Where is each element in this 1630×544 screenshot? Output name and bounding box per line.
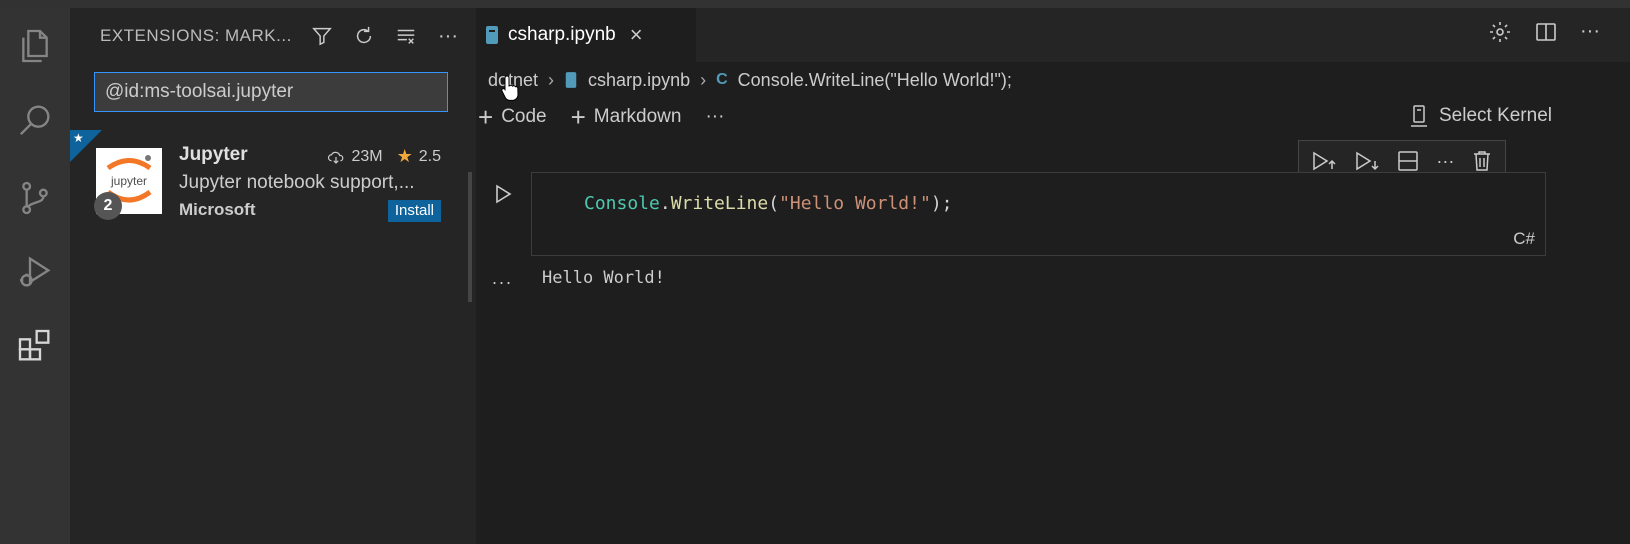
more-actions-icon[interactable]: ··· xyxy=(1580,20,1600,44)
code-dot: . xyxy=(659,193,671,214)
cell-output: Hello World! xyxy=(542,268,665,288)
rating-value: 2.5 xyxy=(418,147,441,165)
tab-label: csharp.ipynb xyxy=(508,24,616,45)
cell-language-picker[interactable]: C# xyxy=(1513,229,1535,249)
extension-description: Jupyter notebook support,... xyxy=(179,172,415,193)
extension-publisher: Microsoft xyxy=(179,200,256,219)
trash-icon[interactable] xyxy=(1471,149,1493,173)
code-line[interactable]: Console.WriteLine("Hello World!"); xyxy=(584,193,953,214)
split-editor-icon[interactable] xyxy=(1534,20,1558,44)
run-above-icon[interactable] xyxy=(1311,149,1337,173)
plus-icon: + xyxy=(478,102,494,132)
extension-name: Jupyter xyxy=(179,144,248,165)
code-method: WriteLine xyxy=(670,193,769,214)
refresh-icon[interactable] xyxy=(350,22,378,50)
add-markdown-cell-button[interactable]: + Markdown xyxy=(570,102,682,132)
code-class: Console xyxy=(584,193,660,214)
star-icon: ★ xyxy=(73,131,84,145)
cell-more-icon[interactable]: ··· xyxy=(1436,151,1454,172)
download-count: 23M xyxy=(351,147,383,165)
toolbar-more-button[interactable]: ··· xyxy=(705,106,724,128)
notebook-file-icon xyxy=(486,26,498,44)
breadcrumb-file[interactable]: csharp.ipynb xyxy=(588,70,690,91)
code-close: ); xyxy=(930,193,953,214)
add-markdown-label: Markdown xyxy=(593,106,682,127)
search-icon[interactable] xyxy=(9,94,61,146)
extensions-sidebar: EXTENSIONS: MARK... ··· ★ jupyter 2 Jupy… xyxy=(70,8,476,544)
clear-results-icon[interactable] xyxy=(392,22,420,50)
add-code-cell-button[interactable]: + Code xyxy=(478,102,547,132)
extensions-icon[interactable] xyxy=(9,320,61,372)
activity-bar xyxy=(0,8,70,544)
filter-icon[interactable] xyxy=(308,22,336,50)
output-more-icon[interactable]: ... xyxy=(492,268,513,289)
chevron-right-icon: › xyxy=(548,69,555,90)
rating-star-icon: ★ xyxy=(396,146,413,166)
title-bar-strip xyxy=(0,0,1630,8)
cell-focus-indicator xyxy=(468,172,472,302)
add-code-label: Code xyxy=(501,106,547,127)
notebook-file-icon xyxy=(565,72,577,88)
run-below-icon[interactable] xyxy=(1354,149,1380,173)
tab-csharp-ipynb[interactable]: csharp.ipynb × xyxy=(476,8,696,62)
select-kernel-button[interactable]: Select Kernel xyxy=(1409,104,1552,128)
code-open-paren: ( xyxy=(768,193,780,214)
plus-icon: + xyxy=(570,102,586,132)
sidebar-actions: ··· xyxy=(308,22,462,50)
sidebar-title: EXTENSIONS: MARK... xyxy=(100,26,292,45)
editor-tab-bar: csharp.ipynb × ··· xyxy=(476,8,1630,62)
count-badge: 2 xyxy=(94,192,122,220)
chevron-right-icon: › xyxy=(700,69,707,90)
run-debug-icon[interactable] xyxy=(9,246,61,298)
explorer-icon[interactable] xyxy=(9,20,61,72)
code-string: "Hello World!" xyxy=(779,193,931,214)
extension-list-item[interactable]: ★ jupyter 2 Jupyter 23M ★ 2.5 Jupyter no… xyxy=(70,130,476,230)
csharp-icon: C xyxy=(716,71,728,88)
breadcrumb: dotnet › csharp.ipynb › C Console.WriteL… xyxy=(488,68,1012,92)
gear-icon[interactable] xyxy=(1488,20,1512,44)
more-actions-icon[interactable]: ··· xyxy=(434,22,462,50)
hand-cursor-icon xyxy=(501,75,519,101)
editor-actions: ··· xyxy=(1488,20,1600,44)
cloud-download-icon xyxy=(328,151,344,164)
breadcrumb-symbol[interactable]: Console.WriteLine("Hello World!"); xyxy=(738,70,1012,91)
select-kernel-label: Select Kernel xyxy=(1438,105,1552,126)
close-icon[interactable]: × xyxy=(630,22,643,48)
extension-stats: 23M ★ 2.5 xyxy=(327,146,441,167)
kernel-icon xyxy=(1410,105,1427,127)
jupyter-logo-text: jupyter xyxy=(110,174,147,188)
code-cell[interactable]: Console.WriteLine("Hello World!"); C# xyxy=(531,172,1546,256)
install-button[interactable]: Install xyxy=(387,200,441,222)
notebook-toolbar: + Code + Markdown ··· xyxy=(478,104,748,130)
extension-search-input[interactable] xyxy=(94,72,448,112)
split-cell-icon[interactable] xyxy=(1396,149,1420,173)
source-control-icon[interactable] xyxy=(9,172,61,224)
run-cell-icon[interactable] xyxy=(492,182,514,206)
